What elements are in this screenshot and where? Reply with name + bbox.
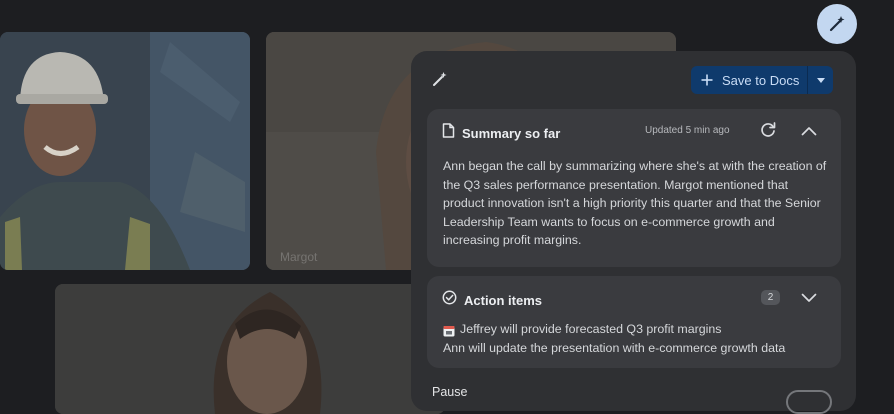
caret-down-icon[interactable] bbox=[817, 77, 826, 83]
video-tile-worker[interactable] bbox=[0, 32, 250, 270]
gemini-notes-button[interactable] bbox=[817, 4, 857, 44]
action-item-text: Ann will update the presentation with e-… bbox=[443, 341, 786, 355]
pause-toggle[interactable] bbox=[786, 390, 832, 414]
participant-name: Margot bbox=[280, 250, 318, 264]
save-to-docs-button[interactable]: Save to Docs bbox=[691, 66, 833, 94]
action-items-count-badge: 2 bbox=[761, 290, 780, 305]
participant-video bbox=[55, 284, 445, 414]
calendar-icon bbox=[443, 324, 455, 336]
plus-icon bbox=[701, 74, 713, 86]
gemini-side-panel: Save to Docs Summary so far Updated 5 mi… bbox=[411, 51, 856, 414]
chevron-down-icon[interactable] bbox=[801, 290, 817, 308]
button-divider bbox=[807, 66, 809, 94]
save-to-docs-label: Save to Docs bbox=[722, 72, 800, 88]
video-tile-participant[interactable] bbox=[55, 284, 445, 414]
summary-title: Summary so far bbox=[462, 125, 561, 141]
list-item: Ann will update the presentation with e-… bbox=[443, 339, 785, 358]
summary-card: Summary so far Updated 5 min ago Ann beg… bbox=[427, 109, 841, 267]
action-items-list: Jeffrey will provide forecasted Q3 profi… bbox=[443, 320, 785, 358]
magic-wand-icon bbox=[432, 71, 448, 92]
magic-wand-icon bbox=[829, 16, 845, 32]
refresh-icon[interactable] bbox=[759, 121, 777, 144]
document-icon bbox=[442, 123, 455, 143]
action-item-text: Jeffrey will provide forecasted Q3 profi… bbox=[460, 322, 722, 336]
summary-updated-time: Updated 5 min ago bbox=[645, 125, 730, 136]
summary-text: Ann began the call by summarizing where … bbox=[443, 159, 827, 247]
pause-label: Pause bbox=[432, 385, 468, 399]
participant-video bbox=[0, 32, 250, 270]
chevron-up-icon[interactable] bbox=[801, 123, 817, 141]
check-circle-icon bbox=[442, 290, 457, 310]
list-item: Jeffrey will provide forecasted Q3 profi… bbox=[443, 320, 785, 339]
action-items-title: Action items bbox=[464, 292, 543, 308]
action-items-card: Action items 2 Jeffrey will provide fore… bbox=[427, 276, 841, 368]
